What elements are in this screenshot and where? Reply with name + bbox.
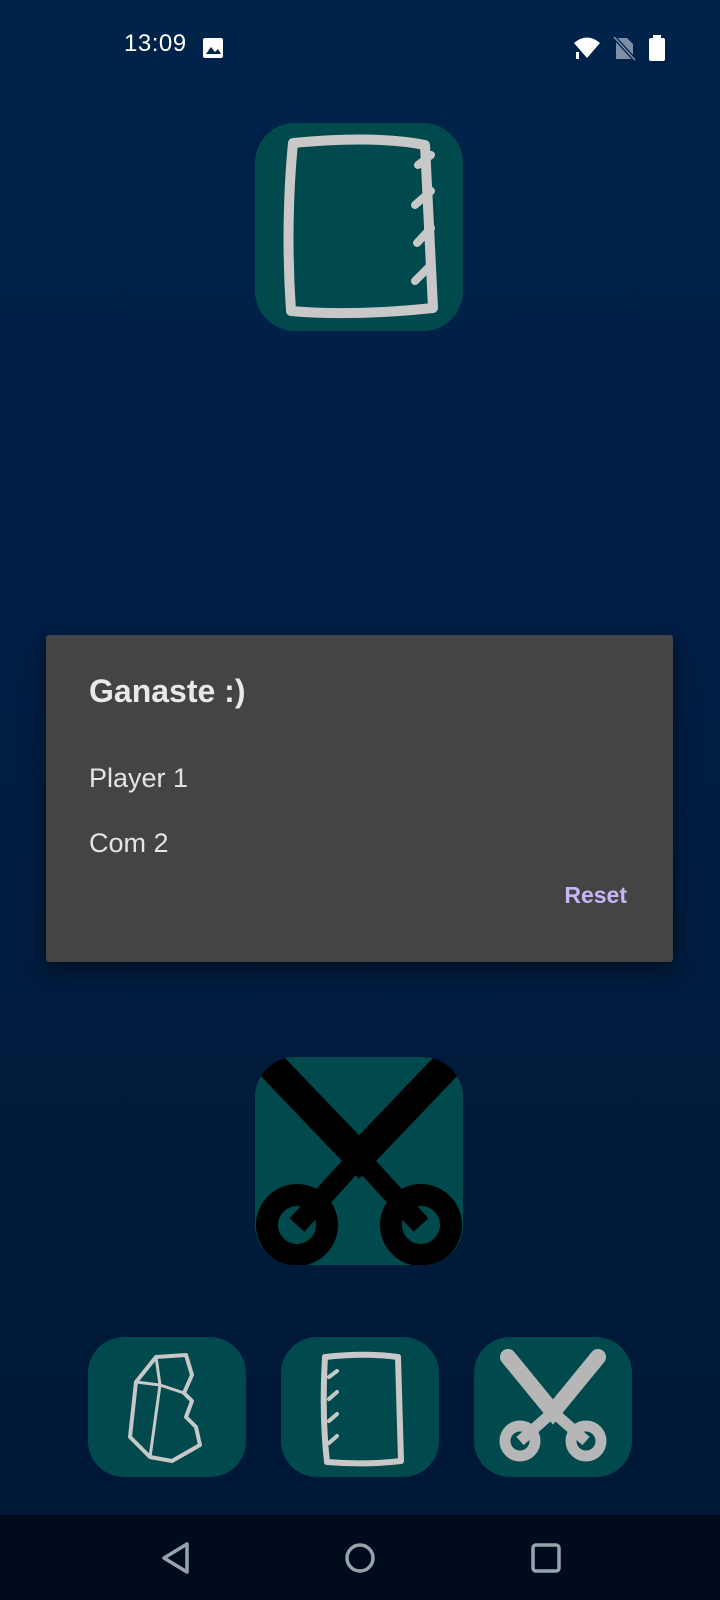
scissors-icon [256,1057,462,1265]
player-score: Player 1 [89,763,189,793]
player-choice-tile [255,1057,463,1265]
image-notification-icon [200,34,228,62]
reset-button[interactable]: Reset [560,880,631,911]
battery-icon [646,34,674,62]
rock-button[interactable] [88,1337,246,1477]
rock-icon [128,1353,202,1463]
paper-button[interactable] [281,1337,439,1477]
result-dialog: Ganaste :) Player 1 Com 2 Reset [46,635,673,962]
home-icon[interactable] [337,1535,383,1581]
scissors-button[interactable] [474,1337,632,1477]
paper-icon [320,1351,404,1467]
no-sim-icon [610,34,638,62]
computer-score: Com 2 [89,828,169,858]
status-bar: 13:09 [0,0,720,96]
navigation-bar [0,1515,720,1600]
paper-icon [283,134,438,319]
wifi-icon [572,34,600,62]
dialog-title: Ganaste :) [89,673,246,709]
recents-icon[interactable] [523,1535,569,1581]
status-time: 13:09 [124,30,187,57]
computer-choice-tile [255,123,463,331]
back-icon[interactable] [153,1535,199,1581]
scissors-icon [499,1349,607,1462]
